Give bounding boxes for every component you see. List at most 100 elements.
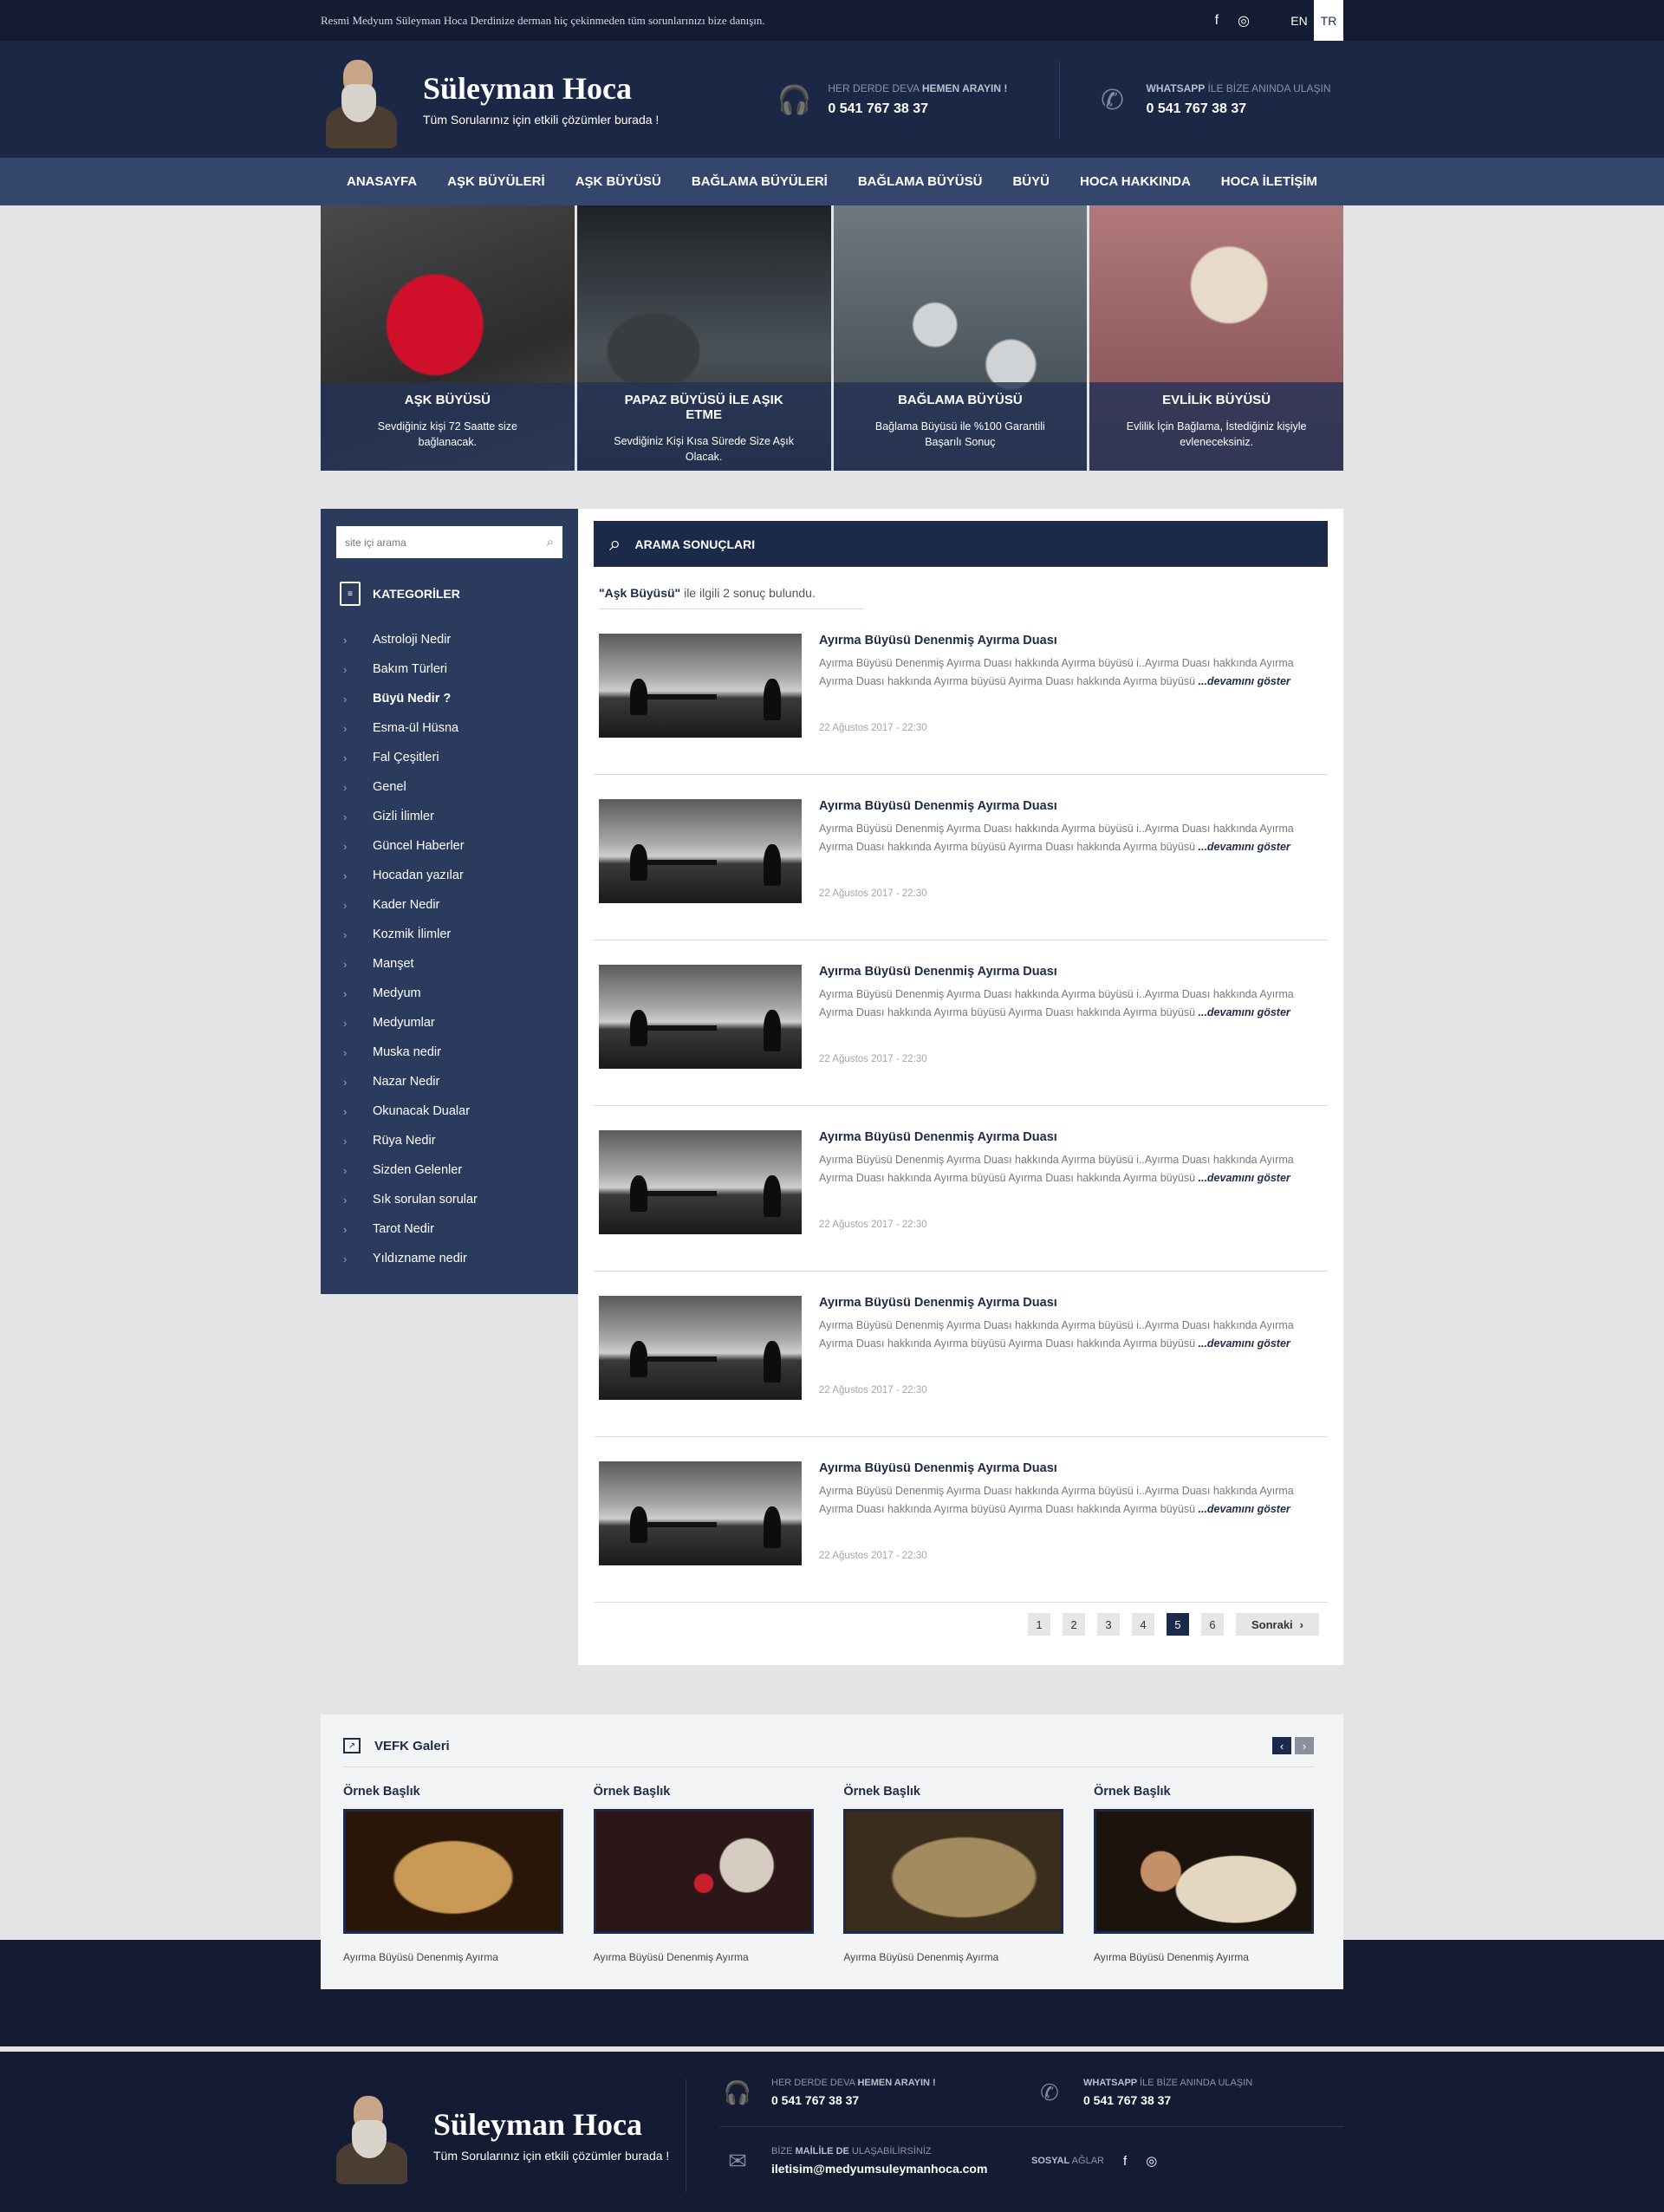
sidebar-category-item[interactable]: › Bakım Türleri — [336, 654, 562, 684]
gallery-item[interactable]: Örnek Başlık Ayırma Büyüsü Denenmiş Ayır… — [343, 1785, 563, 1963]
result-thumbnail[interactable] — [599, 634, 802, 738]
phone-label: HER DERDE DEVA — [771, 2078, 858, 2088]
read-more-link[interactable]: ...devamını göster — [1199, 675, 1290, 687]
hero-card[interactable]: BAĞLAMA BÜYÜSÜ Bağlama Büyüsü ile %100 Ga… — [833, 205, 1090, 471]
lang-tr-button[interactable]: TR — [1314, 0, 1343, 41]
page-button[interactable]: 1 — [1028, 1613, 1050, 1636]
result-title[interactable]: Ayırma Büyüsü Denenmiş Ayırma Duası — [819, 1461, 1323, 1475]
sidebar-category-item[interactable]: › Hocadan yazılar — [336, 861, 562, 890]
email-address[interactable]: iletisim@medyumsuleymanhoca.com — [771, 2162, 987, 2176]
nav-ask-buyuleri[interactable]: AŞK BÜYÜLERİ — [447, 174, 545, 189]
sidebar-category-item[interactable]: › Nazar Nedir — [336, 1067, 562, 1096]
pagination: 1 2 3 4 5 6 Sonraki › — [594, 1613, 1328, 1636]
facebook-icon[interactable]: f — [1123, 2154, 1127, 2169]
nav-anasayfa[interactable]: ANASAYFA — [347, 174, 417, 189]
sidebar-category-item[interactable]: › Büyü Nedir ? — [336, 684, 562, 713]
results-header: ⌕ ARAMA SONUÇLARI — [594, 521, 1328, 567]
read-more-link[interactable]: ...devamını göster — [1199, 841, 1290, 853]
gallery-item[interactable]: Örnek Başlık Ayırma Büyüsü Denenmiş Ayır… — [593, 1785, 814, 1963]
nav-buyu[interactable]: BÜYÜ — [1012, 174, 1050, 189]
nav-baglama-buyusu[interactable]: BAĞLAMA BÜYÜSÜ — [858, 174, 983, 189]
sidebar-category-item[interactable]: › Fal Çeşitleri — [336, 743, 562, 772]
instagram-icon[interactable]: ◎ — [1238, 12, 1250, 29]
sidebar-category-item[interactable]: › Medyumlar — [336, 1008, 562, 1038]
result-thumbnail[interactable] — [599, 1296, 802, 1400]
chevron-right-icon: › — [343, 692, 348, 706]
chevron-right-icon: › — [343, 633, 348, 647]
sidebar-category-item[interactable]: › Kader Nedir — [336, 890, 562, 920]
result-title[interactable]: Ayırma Büyüsü Denenmiş Ayırma Duası — [819, 1296, 1323, 1310]
category-label: Fal Çeşitleri — [373, 751, 439, 764]
hero-card[interactable]: AŞK BÜYÜSÜ Sevdiğiniz kişi 72 Saatte size… — [321, 205, 577, 471]
result-thumbnail[interactable] — [599, 1461, 802, 1565]
sidebar-category-item[interactable]: › Sizden Gelenler — [336, 1155, 562, 1185]
search-input[interactable] — [345, 536, 518, 549]
nav-hoca-iletisim[interactable]: HOCA İLETİŞİM — [1221, 174, 1317, 189]
sidebar-category-item[interactable]: › Medyum — [336, 979, 562, 1008]
sidebar-category-item[interactable]: › Muska nedir — [336, 1038, 562, 1067]
sidebar-category-item[interactable]: › Esma-ül Hüsna — [336, 713, 562, 743]
page-button[interactable]: 6 — [1201, 1613, 1224, 1636]
sidebar-category-item[interactable]: › Manşet — [336, 949, 562, 979]
gallery-image — [843, 1809, 1064, 1934]
sidebar-category-item[interactable]: › Astroloji Nedir — [336, 625, 562, 654]
gallery-item[interactable]: Örnek Başlık Ayırma Büyüsü Denenmiş Ayır… — [1093, 1785, 1314, 1963]
phone-number[interactable]: 0 541 767 38 37 — [828, 101, 1007, 117]
sidebar-category-item[interactable]: › Genel — [336, 772, 562, 802]
result-thumbnail[interactable] — [599, 1130, 802, 1234]
nav-hoca-hakkinda[interactable]: HOCA HAKKINDA — [1080, 174, 1191, 189]
sidebar-category-item[interactable]: › Rüya Nedir — [336, 1126, 562, 1155]
result-thumbnail[interactable] — [599, 965, 802, 1069]
whatsapp-number[interactable]: 0 541 767 38 37 — [1147, 101, 1331, 117]
result-title[interactable]: Ayırma Büyüsü Denenmiş Ayırma Duası — [819, 1130, 1323, 1144]
categories-title: KATEGORİLER — [373, 587, 460, 601]
hero-card[interactable]: PAPAZ BÜYÜSÜ İLE AŞIK ETME Sevdiğiniz Kiş… — [576, 205, 834, 471]
category-label: Gizli İlimler — [373, 810, 434, 823]
read-more-link[interactable]: ...devamını göster — [1199, 1337, 1290, 1350]
nav-ask-buyusu[interactable]: AŞK BÜYÜSÜ — [575, 174, 661, 189]
sidebar-category-item[interactable]: › Sık sorulan sorular — [336, 1185, 562, 1214]
search-icon[interactable]: ⌕ — [547, 535, 554, 550]
gallery-item[interactable]: Örnek Başlık Ayırma Büyüsü Denenmiş Ayır… — [843, 1785, 1064, 1963]
result-title[interactable]: Ayırma Büyüsü Denenmiş Ayırma Duası — [819, 634, 1323, 647]
sidebar-category-item[interactable]: › Gizli İlimler — [336, 802, 562, 831]
phone-number[interactable]: 0 541 767 38 37 — [771, 2093, 936, 2107]
chevron-left-icon[interactable]: ‹ — [1272, 1737, 1291, 1754]
top-social: f ◎ — [1215, 12, 1250, 29]
sidebar-category-item[interactable]: › Tarot Nedir — [336, 1214, 562, 1244]
site-logo[interactable]: Süleyman Hoca Tüm Sorularınız için etkil… — [321, 51, 776, 148]
footer-logo[interactable]: Süleyman Hoca Tüm Sorularınız için etkil… — [321, 2079, 686, 2192]
top-bar: Resmi Medyum Süleyman Hoca Derdinize der… — [0, 0, 1664, 41]
page-button[interactable]: 5 — [1167, 1613, 1189, 1636]
sidebar-category-item[interactable]: › Güncel Haberler — [336, 831, 562, 861]
page-button[interactable]: 3 — [1097, 1613, 1120, 1636]
chevron-right-icon: › — [343, 1075, 348, 1089]
page-button[interactable]: 4 — [1132, 1613, 1154, 1636]
read-more-link[interactable]: ...devamını göster — [1199, 1172, 1290, 1184]
result-title[interactable]: Ayırma Büyüsü Denenmiş Ayırma Duası — [819, 799, 1323, 813]
results-title: ARAMA SONUÇLARI — [634, 537, 756, 551]
gallery-item-title: Örnek Başlık — [343, 1785, 420, 1799]
next-page-button[interactable]: Sonraki › — [1236, 1613, 1319, 1636]
hero-card[interactable]: EVLİLİK BÜYÜSÜ Evlilik İçin Bağlama, İste… — [1089, 205, 1343, 471]
page-button[interactable]: 2 — [1063, 1613, 1085, 1636]
sidebar-category-item[interactable]: › Kozmik İlimler — [336, 920, 562, 949]
read-more-link[interactable]: ...devamını göster — [1199, 1006, 1290, 1018]
instagram-icon[interactable]: ◎ — [1146, 2153, 1157, 2169]
chevron-right-icon[interactable]: › — [1295, 1737, 1314, 1754]
chevron-right-icon: › — [343, 662, 348, 676]
facebook-icon[interactable]: f — [1215, 13, 1219, 29]
read-more-link[interactable]: ...devamını göster — [1199, 1503, 1290, 1515]
lang-en-button[interactable]: EN — [1284, 0, 1314, 41]
footer-whatsapp: ✆ WHATSAPP İLE BİZE ANINDA ULAŞIN 0 541 … — [1031, 2078, 1343, 2107]
nav-baglama-buyuleri[interactable]: BAĞLAMA BÜYÜLERİ — [692, 174, 828, 189]
sidebar-category-item[interactable]: › Okunacak Dualar — [336, 1096, 562, 1126]
chevron-right-icon: › — [343, 810, 348, 823]
result-thumbnail[interactable] — [599, 799, 802, 903]
headset-icon: 🎧 — [723, 2079, 752, 2105]
result-title[interactable]: Ayırma Büyüsü Denenmiş Ayırma Duası — [819, 965, 1323, 979]
whatsapp-number[interactable]: 0 541 767 38 37 — [1083, 2093, 1252, 2107]
social-label-strong: SOSYAL — [1031, 2156, 1070, 2166]
hero-card-text: Sevdiğiniz kişi 72 Saatte size bağlanaca… — [377, 420, 517, 448]
sidebar-category-item[interactable]: › Yıldızname nedir — [336, 1244, 562, 1273]
